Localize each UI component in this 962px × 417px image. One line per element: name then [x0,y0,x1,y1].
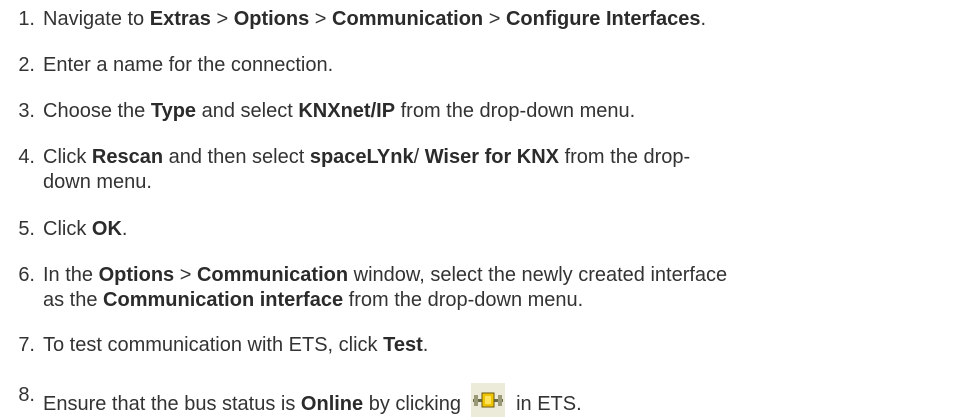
text-run: from the drop- [559,146,691,168]
text-run: from the drop-down menu. [395,100,636,122]
step-item: 1. Navigate to Extras > Options > Commun… [0,7,962,32]
step-item: 6. In the Options > Communication window… [0,263,962,313]
bold-term: Online [300,393,364,415]
step-item: 8. Ensure that the bus status is Online … [0,383,962,417]
step-text: Click Rescan and then select spaceLYnk/ … [43,145,958,195]
step-text: Click OK. [43,217,958,242]
text-run: from the drop-down menu. [343,289,584,311]
bus-online-toolbar-icon [470,383,505,417]
text-run: Choose the [43,100,151,122]
step-text: Navigate to Extras > Options > Communica… [43,7,958,32]
text-run: > [174,264,197,286]
text-run: Ensure that the bus status is [43,393,301,415]
step-number: 8. [18,384,35,406]
step-number: 6. [18,264,35,286]
step-item: 4. Click Rescan and then select spaceLYn… [0,145,962,195]
text-run: by clicking [363,393,467,415]
text-run: Enter a name for the connection. [43,54,334,76]
text-run: . [121,218,128,240]
bold-term: OK [91,218,122,240]
text-run: Click [43,146,92,168]
text-run: down menu. [43,171,152,193]
bold-term: Rescan [91,146,164,168]
bold-term: spaceLYnk [309,146,414,168]
text-run: > [483,8,506,30]
bold-term: KNXnet/IP [298,100,396,122]
step-text: To test communication with ETS, click Te… [43,333,958,358]
text-run: . [700,8,706,30]
bold-term: Communication [332,8,484,30]
text-run: in ETS. [510,393,582,415]
bold-term: Configure Interfaces [505,8,701,30]
bold-term: Communication [196,264,349,286]
step-item: 2. Enter a name for the connection. [0,53,962,78]
text-run: and then select [163,146,310,168]
step-number: 1. [18,8,35,30]
step-text: Choose the Type and select KNXnet/IP fro… [43,99,958,124]
text-run: window, select the newly created interfa… [348,264,728,286]
text-run: as the [43,289,104,311]
step-item: 7. To test communication with ETS, click… [0,333,962,358]
text-run: > [309,8,333,30]
bold-term: Extras [149,8,211,30]
text-run: and select [196,100,299,122]
step-number: 2. [18,54,35,76]
text-run: Navigate to [43,8,150,30]
step-item: 5. Click OK. [0,217,962,242]
bold-term: Communication interface [103,289,344,311]
step-item: 3. Choose the Type and select KNXnet/IP … [0,99,962,124]
step-number: 5. [18,218,35,240]
step-number: 7. [18,334,35,356]
text-run: > [210,8,234,30]
step-text: In the Options > Communication window, s… [43,263,958,313]
bold-term: Options [233,8,310,30]
step-number: 3. [18,100,35,122]
text-run: To test communication with ETS, click [43,334,384,356]
bold-term: Options [98,264,175,286]
step-text: Enter a name for the connection. [43,53,958,78]
step-number: 4. [18,146,35,168]
text-run: Click [43,218,92,240]
bold-term: Wiser for KNX [424,146,560,168]
text-run: In the [43,264,99,286]
bold-term: Type [150,100,197,122]
text-run: / [413,146,425,168]
bold-term: Test [383,334,423,356]
step-text: Ensure that the bus status is Online by … [43,383,958,417]
text-run: . [422,334,429,356]
